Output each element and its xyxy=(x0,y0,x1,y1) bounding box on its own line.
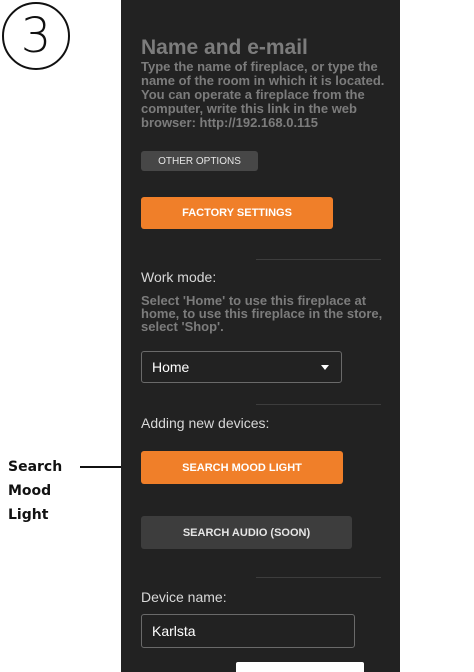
work-mode-selected: Home xyxy=(152,359,190,375)
device-name-value: Karlsta xyxy=(152,623,196,639)
page-title: Name and e-mail xyxy=(141,36,308,59)
phone-screen: Name and e-mail Type the name of firepla… xyxy=(121,0,400,672)
work-mode-help: Select 'Home' to use this fireplace at h… xyxy=(141,293,383,334)
callout-label: Search Mood Light xyxy=(8,459,63,523)
work-mode-select[interactable]: Home xyxy=(141,351,342,383)
divider xyxy=(256,577,381,578)
search-mood-light-button[interactable]: SEARCH MOOD LIGHT xyxy=(141,451,343,484)
step-number-badge: 3 xyxy=(2,2,70,70)
factory-settings-button[interactable]: FACTORY SETTINGS xyxy=(141,197,333,229)
step-number: 3 xyxy=(20,8,52,64)
device-name-field[interactable]: Karlsta xyxy=(141,614,355,648)
search-audio-button[interactable]: SEARCH AUDIO (SOON) xyxy=(141,516,352,549)
work-mode-label: Work mode: xyxy=(141,269,217,285)
device-name-label: Device name: xyxy=(141,589,227,605)
other-options-button[interactable]: OTHER OPTIONS xyxy=(141,151,258,171)
divider xyxy=(256,259,381,260)
page-description: Type the name of fireplace, or type the … xyxy=(141,59,385,130)
chevron-down-icon xyxy=(321,365,329,370)
divider xyxy=(256,404,381,405)
bottom-bar xyxy=(236,662,364,672)
adding-devices-label: Adding new devices: xyxy=(141,415,270,431)
